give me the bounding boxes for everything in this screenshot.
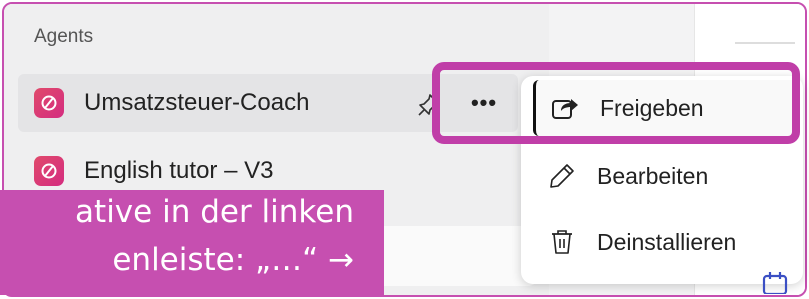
agent-name: English tutor – V3 — [84, 157, 274, 184]
menu-item-edit[interactable]: Bearbeiten — [533, 148, 795, 204]
callout-line-1: ative in der linken — [75, 194, 354, 230]
agent-name: Umsatzsteuer-Coach — [84, 89, 310, 116]
highlight-box — [432, 62, 800, 144]
trash-icon — [547, 227, 577, 257]
callout-text: ative in der linken enleiste: „…“ → — [0, 188, 380, 284]
agent-logo-icon — [34, 156, 64, 186]
pencil-icon — [547, 161, 577, 191]
section-title-agents: Agents — [34, 26, 94, 47]
calendar-icon[interactable] — [760, 268, 790, 296]
menu-item-label: Bearbeiten — [597, 162, 709, 189]
menu-item-label: Deinstallieren — [597, 228, 737, 255]
agent-logo-icon — [34, 88, 64, 118]
menu-item-uninstall[interactable]: Deinstallieren — [533, 214, 795, 270]
divider — [735, 42, 795, 44]
callout-line-2: enleiste: „…“ → — [112, 242, 354, 278]
